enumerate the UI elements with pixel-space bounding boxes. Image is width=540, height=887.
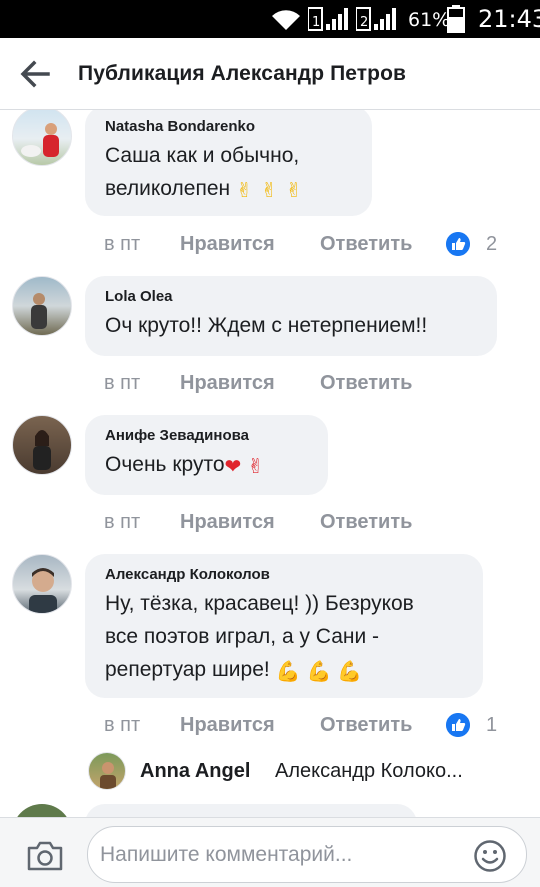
comment-bubble[interactable]: Natasha Bondarenko Саша как и обычно, ве… bbox=[85, 110, 372, 216]
page-title: Публикация Александр Петров bbox=[78, 62, 407, 85]
comment-time: в пт bbox=[104, 714, 141, 736]
comment-bubble[interactable]: Анифе Зевадинова Очень круто❤✌ bbox=[85, 415, 328, 495]
comment-input-placeholder: Напишите комментарий... bbox=[100, 843, 353, 866]
comment-bubble[interactable]: Александр Колоколов Ну, тёзка, красавец!… bbox=[85, 554, 483, 698]
battery-percent: 61% bbox=[408, 9, 451, 31]
comment-text-line: Ну, тёзка, красавец! )) Безруков bbox=[105, 592, 414, 615]
avatar[interactable] bbox=[12, 804, 72, 817]
comment-text-line: Саша как и обычно, bbox=[105, 144, 300, 167]
comment-text-line: Очень круто bbox=[105, 453, 225, 476]
like-count: 2 bbox=[486, 233, 498, 255]
comment-author[interactable]: Lola Olea bbox=[105, 286, 477, 308]
battery-icon bbox=[447, 5, 465, 33]
avatar[interactable] bbox=[12, 554, 72, 614]
comment-author[interactable]: Александр Колоколов bbox=[105, 564, 463, 586]
smiley-icon[interactable] bbox=[473, 839, 507, 873]
avatar bbox=[88, 752, 126, 790]
reply-snippet: Александр Колоко... bbox=[275, 760, 463, 782]
comment-text-line: репертуар шире! bbox=[105, 658, 270, 681]
status-bar: 1 2 61% 21:43 bbox=[0, 0, 540, 38]
avatar[interactable] bbox=[12, 110, 72, 166]
comment-author[interactable]: Анифе Зевадинова bbox=[105, 425, 308, 447]
like-button[interactable]: Нравится bbox=[180, 233, 275, 256]
heart-victory-emoji: ❤✌ bbox=[224, 456, 271, 478]
like-button[interactable]: Нравится bbox=[180, 511, 275, 534]
comment-composer: Напишите комментарий... bbox=[0, 817, 540, 887]
comment-author[interactable]: Natasha Bondarenko bbox=[105, 116, 352, 138]
avatar[interactable] bbox=[12, 415, 72, 475]
avatar[interactable] bbox=[12, 276, 72, 336]
reply-button[interactable]: Ответить bbox=[320, 714, 412, 737]
comments-list[interactable]: Natasha Bondarenko Саша как и обычно, ве… bbox=[0, 110, 540, 817]
comment-text-line: Оч круто!! Ждем с нетерпением!! bbox=[105, 314, 428, 337]
clock: 21:43 bbox=[478, 5, 540, 33]
comment-text-row: репертуар шире! 💪💪💪 bbox=[105, 654, 463, 685]
camera-icon[interactable] bbox=[26, 841, 64, 871]
thumbs-up-icon[interactable] bbox=[446, 713, 470, 737]
comment-bubble[interactable] bbox=[85, 804, 417, 817]
flexed-biceps-emoji: 💪💪💪 bbox=[275, 661, 369, 683]
reply-preview[interactable]: Anna Angel Александр Колоко... bbox=[88, 752, 528, 792]
comment-text-line: все поэтов играл, а у Сани - bbox=[105, 625, 380, 648]
signal-sim1-icon: 1 bbox=[308, 7, 348, 31]
reply-author: Anna Angel bbox=[140, 760, 251, 782]
like-button[interactable]: Нравится bbox=[180, 372, 275, 395]
signal-sim2-icon: 2 bbox=[356, 7, 396, 31]
comment-text-line: великолепен bbox=[105, 177, 231, 200]
comment-text-row: Очень круто❤✌ bbox=[105, 449, 308, 480]
comment-time: в пт bbox=[104, 233, 141, 255]
reply-button[interactable]: Ответить bbox=[320, 233, 412, 256]
wifi-icon bbox=[272, 10, 300, 30]
like-button[interactable]: Нравится bbox=[180, 714, 275, 737]
comment-bubble[interactable]: Lola Olea Оч круто!! Ждем с нетерпением!… bbox=[85, 276, 497, 356]
victory-hand-emoji: ✌✌✌ bbox=[235, 180, 311, 202]
comment-time: в пт bbox=[104, 372, 141, 394]
thumbs-up-icon[interactable] bbox=[446, 232, 470, 256]
svg-text:1: 1 bbox=[312, 15, 320, 30]
comment-time: в пт bbox=[104, 511, 141, 533]
reply-button[interactable]: Ответить bbox=[320, 511, 412, 534]
reply-button[interactable]: Ответить bbox=[320, 372, 412, 395]
app-header: Публикация Александр Петров bbox=[0, 38, 540, 110]
like-count: 1 bbox=[486, 714, 498, 736]
comment-input[interactable]: Напишите комментарий... bbox=[87, 826, 527, 883]
comment-text-row: великолепен ✌✌✌ bbox=[105, 173, 352, 204]
arrow-left-icon[interactable] bbox=[18, 58, 52, 90]
svg-text:2: 2 bbox=[360, 15, 368, 30]
